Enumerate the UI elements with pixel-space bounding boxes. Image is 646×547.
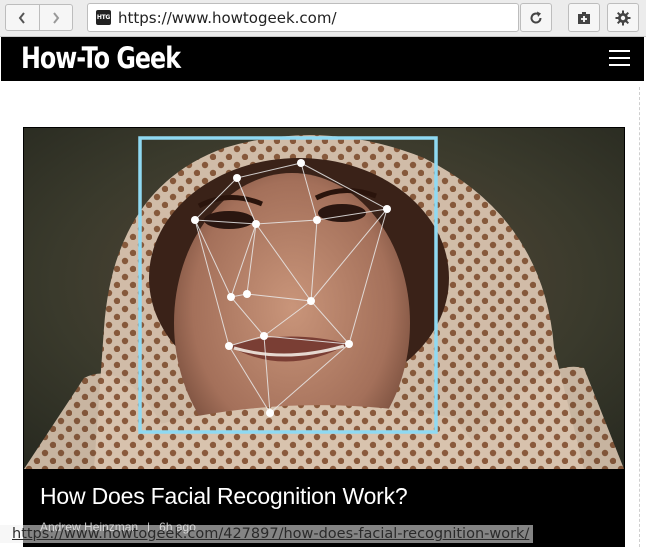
featured-article-card[interactable]: How Does Facial Recognition Work? Andrew…: [23, 127, 625, 547]
back-button[interactable]: [6, 5, 39, 30]
article-title[interactable]: How Does Facial Recognition Work?: [40, 483, 408, 510]
url-text: https://www.howtogeek.com/: [118, 8, 337, 27]
browser-toolbar: HTG https://www.howtogeek.com/: [0, 0, 646, 37]
gear-icon: [615, 10, 631, 25]
chevron-right-icon: [52, 11, 60, 24]
link-status-bar: https://www.howtogeek.com/427897/how-doe…: [0, 525, 534, 543]
page-viewport: How-To Geek How Does Facial Recognition …: [1, 37, 644, 547]
navigation-buttons: [5, 4, 73, 31]
forward-button[interactable]: [38, 5, 73, 30]
new-tab-icon: [578, 11, 590, 24]
hamburger-menu-icon[interactable]: [609, 50, 630, 67]
site-logo[interactable]: How-To Geek: [21, 41, 181, 75]
new-tab-button[interactable]: [568, 3, 600, 32]
page-scrollbar[interactable]: [639, 87, 643, 547]
settings-button[interactable]: [607, 3, 639, 32]
reload-icon: [530, 11, 542, 24]
status-link-url: https://www.howtogeek.com/427897/how-doe…: [12, 526, 530, 542]
address-bar[interactable]: HTG https://www.howtogeek.com/: [87, 3, 519, 32]
site-header: How-To Geek: [1, 37, 644, 81]
site-favicon-icon: HTG: [96, 10, 111, 25]
chevron-left-icon: [18, 11, 26, 24]
reload-button[interactable]: [520, 3, 552, 32]
article-image[interactable]: [24, 128, 624, 469]
